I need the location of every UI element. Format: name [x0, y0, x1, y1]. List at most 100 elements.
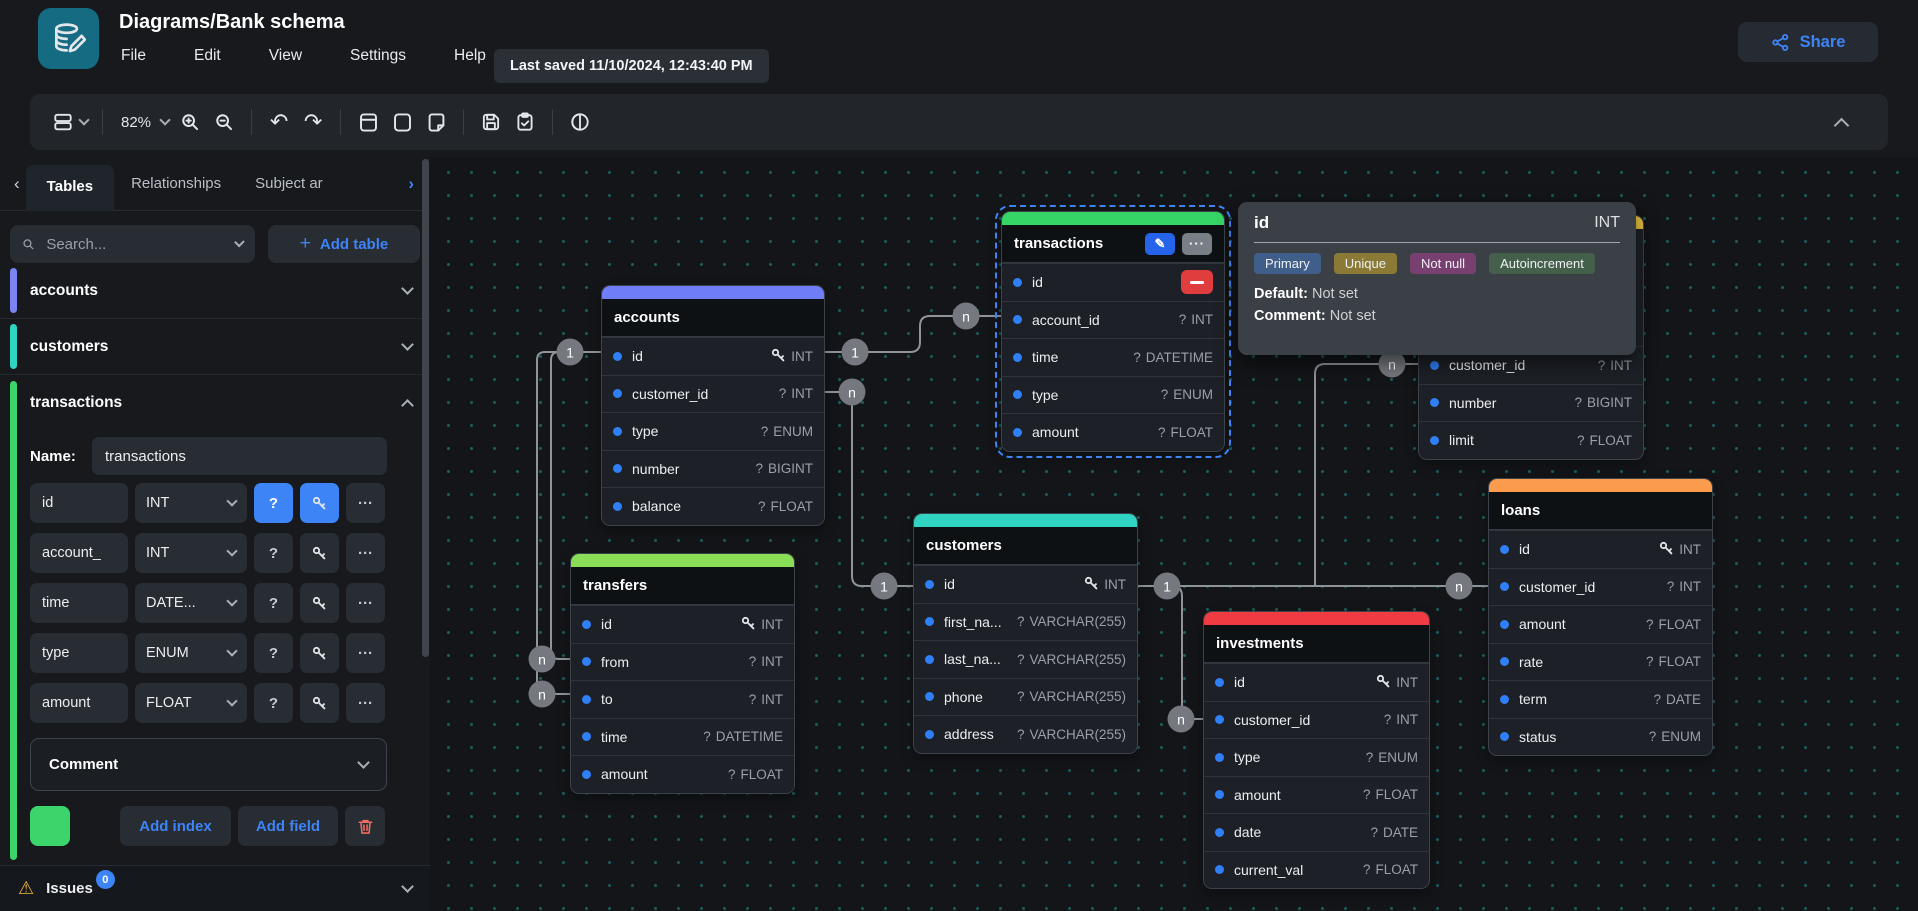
field-more-button[interactable]: ··· — [346, 483, 385, 523]
table-search[interactable] — [10, 225, 255, 263]
table-field-row[interactable]: account_id?INT — [1002, 301, 1224, 339]
table-field-row[interactable]: number?BIGINT — [1419, 384, 1643, 422]
sidebar-item-accounts[interactable]: accounts — [0, 263, 430, 319]
field-type-select[interactable]: FLOAT — [135, 683, 247, 723]
field-nullable-toggle[interactable]: ? — [254, 633, 293, 673]
table-field-row[interactable]: phone?VARCHAR(255) — [914, 678, 1137, 716]
menu-item-help[interactable]: Help — [452, 44, 488, 68]
diagram-list-button[interactable] — [48, 104, 92, 140]
table-field-row[interactable]: type?ENUM — [1002, 376, 1224, 414]
add-note-tool[interactable] — [419, 104, 453, 140]
table-field-row[interactable]: type?ENUM — [1204, 738, 1429, 776]
add-table-button[interactable]: + Add table — [268, 225, 420, 263]
field-more-button[interactable]: ··· — [346, 633, 385, 673]
field-primary-toggle[interactable] — [300, 483, 339, 523]
table-field-row[interactable]: date?DATE — [1204, 813, 1429, 851]
table-field-row[interactable]: from?INT — [571, 643, 794, 681]
sidebar-scrollbar[interactable] — [422, 159, 429, 657]
db-table-accounts[interactable]: accountsidINTcustomer_id?INTtype?ENUMnum… — [601, 285, 825, 526]
table-field-row[interactable]: customer_id?INT — [1204, 701, 1429, 739]
table-field-row[interactable]: number?BIGINT — [602, 450, 824, 488]
table-field-row[interactable]: address?VARCHAR(255) — [914, 715, 1137, 753]
issues-bar[interactable]: ⚠ Issues 0 — [0, 865, 430, 911]
field-name-input[interactable] — [30, 533, 128, 573]
menu-item-view[interactable]: View — [267, 44, 304, 68]
table-field-row[interactable]: idINT — [914, 565, 1137, 603]
table-field-row[interactable]: time?DATETIME — [571, 718, 794, 756]
delete-table-button[interactable] — [345, 806, 385, 846]
todo-button[interactable] — [508, 104, 542, 140]
db-table-customers[interactable]: customersidINTfirst_na...?VARCHAR(255)la… — [913, 513, 1138, 754]
field-type-select[interactable]: INT — [135, 483, 247, 523]
db-table-transactions[interactable]: transactions✎···idaccount_id?INTtime?DAT… — [1001, 211, 1225, 452]
zoom-in-button[interactable] — [173, 104, 207, 140]
table-field-row[interactable]: balance?FLOAT — [602, 487, 824, 525]
edit-table-button[interactable]: ✎ — [1145, 233, 1175, 255]
field-name-input[interactable] — [30, 583, 128, 623]
table-field-row[interactable]: time?DATETIME — [1002, 338, 1224, 376]
sidebar-item-customers[interactable]: customers — [0, 319, 430, 375]
field-name-input[interactable] — [30, 483, 128, 523]
table-field-row[interactable]: id — [1002, 263, 1224, 301]
field-primary-toggle[interactable] — [300, 683, 339, 723]
zoom-out-button[interactable] — [207, 104, 241, 140]
db-table-transfers[interactable]: transfersidINTfrom?INTto?INTtime?DATETIM… — [570, 553, 795, 794]
tab-subject-areas[interactable]: Subject ar — [238, 162, 340, 205]
theme-toggle[interactable] — [563, 104, 597, 140]
table-field-row[interactable]: last_na...?VARCHAR(255) — [914, 640, 1137, 678]
field-name-input[interactable] — [30, 633, 128, 673]
share-button[interactable]: Share — [1738, 22, 1878, 62]
field-nullable-toggle[interactable]: ? — [254, 683, 293, 723]
table-field-row[interactable]: idINT — [1204, 663, 1429, 701]
field-primary-toggle[interactable] — [300, 633, 339, 673]
add-table-tool[interactable] — [351, 104, 385, 140]
table-field-row[interactable]: idINT — [571, 605, 794, 643]
table-field-row[interactable]: idINT — [1489, 530, 1712, 568]
tabs-scroll-left-icon[interactable]: ‹ — [8, 174, 26, 194]
table-field-row[interactable]: status?ENUM — [1489, 718, 1712, 756]
redo-button[interactable]: ↷ — [296, 104, 330, 140]
table-field-row[interactable]: amount?FLOAT — [571, 755, 794, 793]
table-field-row[interactable]: amount?FLOAT — [1489, 605, 1712, 643]
menu-item-edit[interactable]: Edit — [192, 44, 223, 68]
table-field-row[interactable]: type?ENUM — [602, 412, 824, 450]
delete-field-button[interactable] — [1181, 270, 1213, 294]
sidebar-item-transactions[interactable]: transactions — [0, 375, 430, 431]
field-type-select[interactable]: ENUM — [135, 633, 247, 673]
tab-tables[interactable]: Tables — [26, 165, 114, 211]
table-field-row[interactable]: customer_id?INT — [1489, 568, 1712, 606]
table-name-input[interactable] — [92, 437, 387, 475]
field-type-select[interactable]: INT — [135, 533, 247, 573]
table-field-row[interactable]: to?INT — [571, 680, 794, 718]
field-more-button[interactable]: ··· — [346, 583, 385, 623]
table-field-row[interactable]: first_na...?VARCHAR(255) — [914, 603, 1137, 641]
search-input[interactable] — [46, 236, 219, 253]
app-logo[interactable] — [38, 8, 99, 69]
add-area-tool[interactable] — [385, 104, 419, 140]
menu-item-settings[interactable]: Settings — [348, 44, 408, 68]
table-field-row[interactable]: limit?FLOAT — [1419, 421, 1643, 459]
add-field-button[interactable]: Add field — [238, 806, 338, 846]
field-nullable-toggle[interactable]: ? — [254, 483, 293, 523]
menu-item-file[interactable]: File — [119, 44, 148, 68]
save-button[interactable] — [474, 104, 508, 140]
table-field-row[interactable]: customer_id?INT — [602, 375, 824, 413]
comment-section[interactable]: Comment — [30, 738, 387, 791]
field-nullable-toggle[interactable]: ? — [254, 583, 293, 623]
table-field-row[interactable]: current_val?FLOAT — [1204, 851, 1429, 889]
table-field-row[interactable]: amount?FLOAT — [1002, 413, 1224, 451]
zoom-level-dropdown[interactable]: 82% — [113, 104, 173, 140]
collapse-toolbar-button[interactable] — [1824, 104, 1858, 140]
undo-button[interactable]: ↶ — [262, 104, 296, 140]
field-primary-toggle[interactable] — [300, 583, 339, 623]
field-type-select[interactable]: DATE... — [135, 583, 247, 623]
table-field-row[interactable]: idINT — [602, 337, 824, 375]
table-field-row[interactable]: rate?FLOAT — [1489, 643, 1712, 681]
table-field-row[interactable]: amount?FLOAT — [1204, 776, 1429, 814]
table-field-row[interactable]: term?DATE — [1489, 680, 1712, 718]
db-table-investments[interactable]: investmentsidINTcustomer_id?INTtype?ENUM… — [1203, 611, 1430, 889]
table-color-swatch[interactable] — [30, 806, 70, 846]
tab-relationships[interactable]: Relationships — [114, 162, 238, 205]
table-more-button[interactable]: ··· — [1182, 233, 1212, 255]
tabs-scroll-right-icon[interactable]: › — [402, 174, 420, 194]
